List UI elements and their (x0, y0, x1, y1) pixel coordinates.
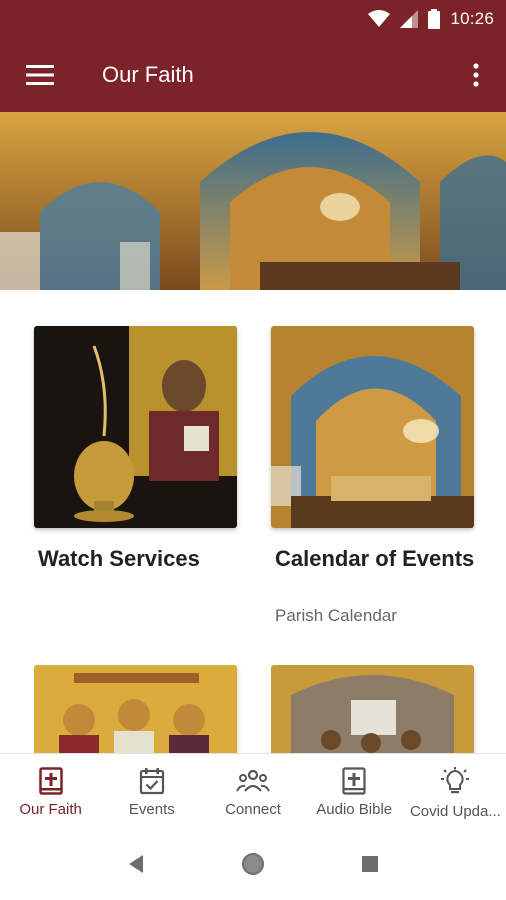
card-image-church-interior[interactable] (271, 326, 474, 528)
nav-label: Events (128, 801, 175, 818)
overflow-menu-button[interactable] (446, 38, 506, 112)
nav-item-covid-updates[interactable]: Covid Upda... (405, 754, 506, 833)
nav-item-our-faith[interactable]: Our Faith (0, 754, 101, 833)
nav-item-audio-bible[interactable]: Audio Bible (304, 754, 405, 833)
status-bar: 10:26 (0, 0, 506, 38)
lightbulb-icon (441, 767, 470, 794)
hamburger-menu-icon (26, 65, 54, 85)
app-bar: Our Faith (0, 38, 506, 112)
nav-label: Our Faith (19, 801, 82, 818)
nav-label: Covid Upda... (409, 803, 501, 820)
card-subtitle: Parish Calendar (275, 606, 397, 625)
system-navigation-bar (0, 833, 506, 900)
card-image-saints-icon[interactable] (34, 665, 237, 753)
cell-signal-icon (400, 10, 419, 28)
calendar-check-icon (139, 768, 164, 795)
wifi-icon (368, 10, 391, 27)
bible-cross-icon (38, 767, 63, 795)
card-saints[interactable] (34, 665, 248, 753)
recents-button[interactable] (361, 855, 379, 878)
back-triangle-icon (129, 855, 144, 873)
recents-square-icon (361, 856, 378, 872)
home-button[interactable] (240, 851, 266, 882)
nav-item-events[interactable]: Events (101, 754, 202, 833)
menu-button[interactable] (0, 38, 80, 112)
nav-item-connect[interactable]: Connect (202, 754, 303, 833)
battery-icon (428, 9, 441, 29)
home-circle-icon (241, 853, 264, 875)
bottom-navigation: Our Faith Events Connect Audio Bible Cov… (0, 753, 506, 833)
nav-label: Connect (225, 801, 281, 818)
more-vert-icon (473, 63, 479, 87)
card-image-censer[interactable] (34, 326, 237, 528)
card-apostles[interactable] (271, 665, 485, 753)
nav-label: Audio Bible (316, 801, 393, 818)
people-group-icon (236, 769, 270, 792)
card-watch-services[interactable]: Watch Services (34, 326, 248, 626)
status-time: 10:26 (450, 9, 494, 28)
bible-cross-icon (342, 767, 366, 795)
card-image-apostles-icon[interactable] (271, 665, 474, 753)
card-calendar-of-events[interactable]: Calendar of Events Parish Calendar (271, 326, 485, 626)
card-title: Watch Services (38, 546, 200, 571)
back-button[interactable] (127, 854, 145, 879)
hero-image (0, 112, 506, 290)
page-title: Our Faith (102, 62, 194, 87)
card-title: Calendar of Events (275, 546, 475, 571)
